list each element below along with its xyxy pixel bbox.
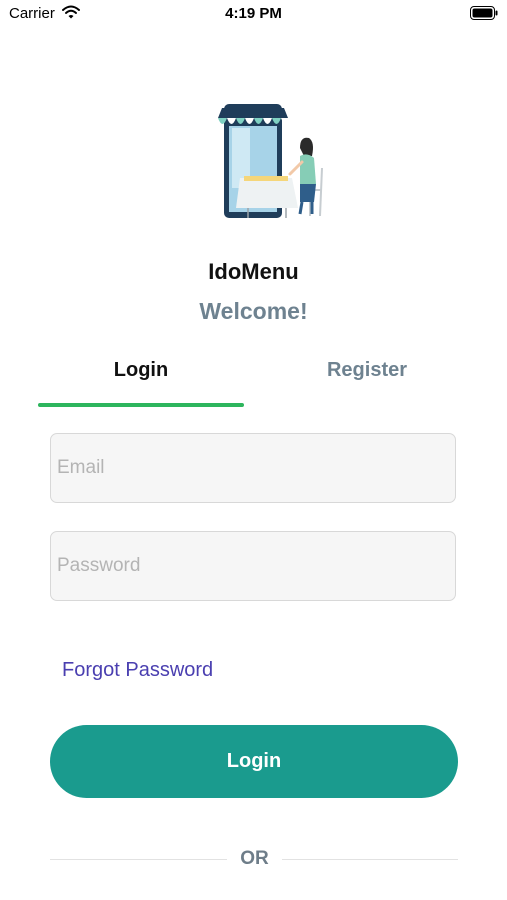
active-tab-indicator [38,403,244,407]
status-bar: Carrier 4:19 PM [0,0,507,28]
or-divider-text: OR [240,848,269,869]
password-field-container [50,531,456,601]
password-input[interactable] [51,532,455,600]
tab-login[interactable]: Login [38,359,244,382]
battery-icon [470,6,498,25]
store-illustration [214,98,329,228]
login-button[interactable]: Login [50,725,458,798]
divider-left [50,859,227,860]
forgot-password-link[interactable]: Forgot Password [62,659,213,682]
email-input[interactable] [51,434,455,502]
status-time: 4:19 PM [225,5,282,22]
welcome-text: Welcome! [199,298,308,324]
email-field-container [50,433,456,503]
tab-register[interactable]: Register [264,359,470,382]
app-name: IdoMenu [208,259,299,284]
divider-right [282,859,458,860]
